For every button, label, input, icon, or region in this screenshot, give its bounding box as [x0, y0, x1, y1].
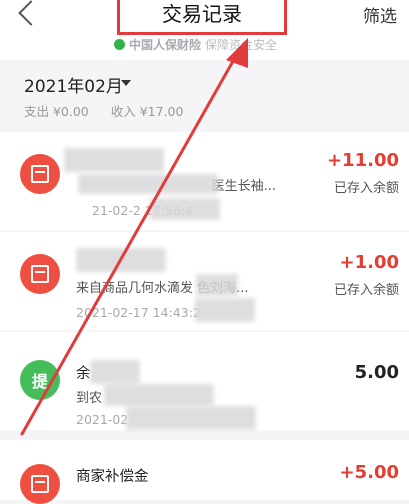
red-annotation-arrow-icon [20, 38, 248, 436]
